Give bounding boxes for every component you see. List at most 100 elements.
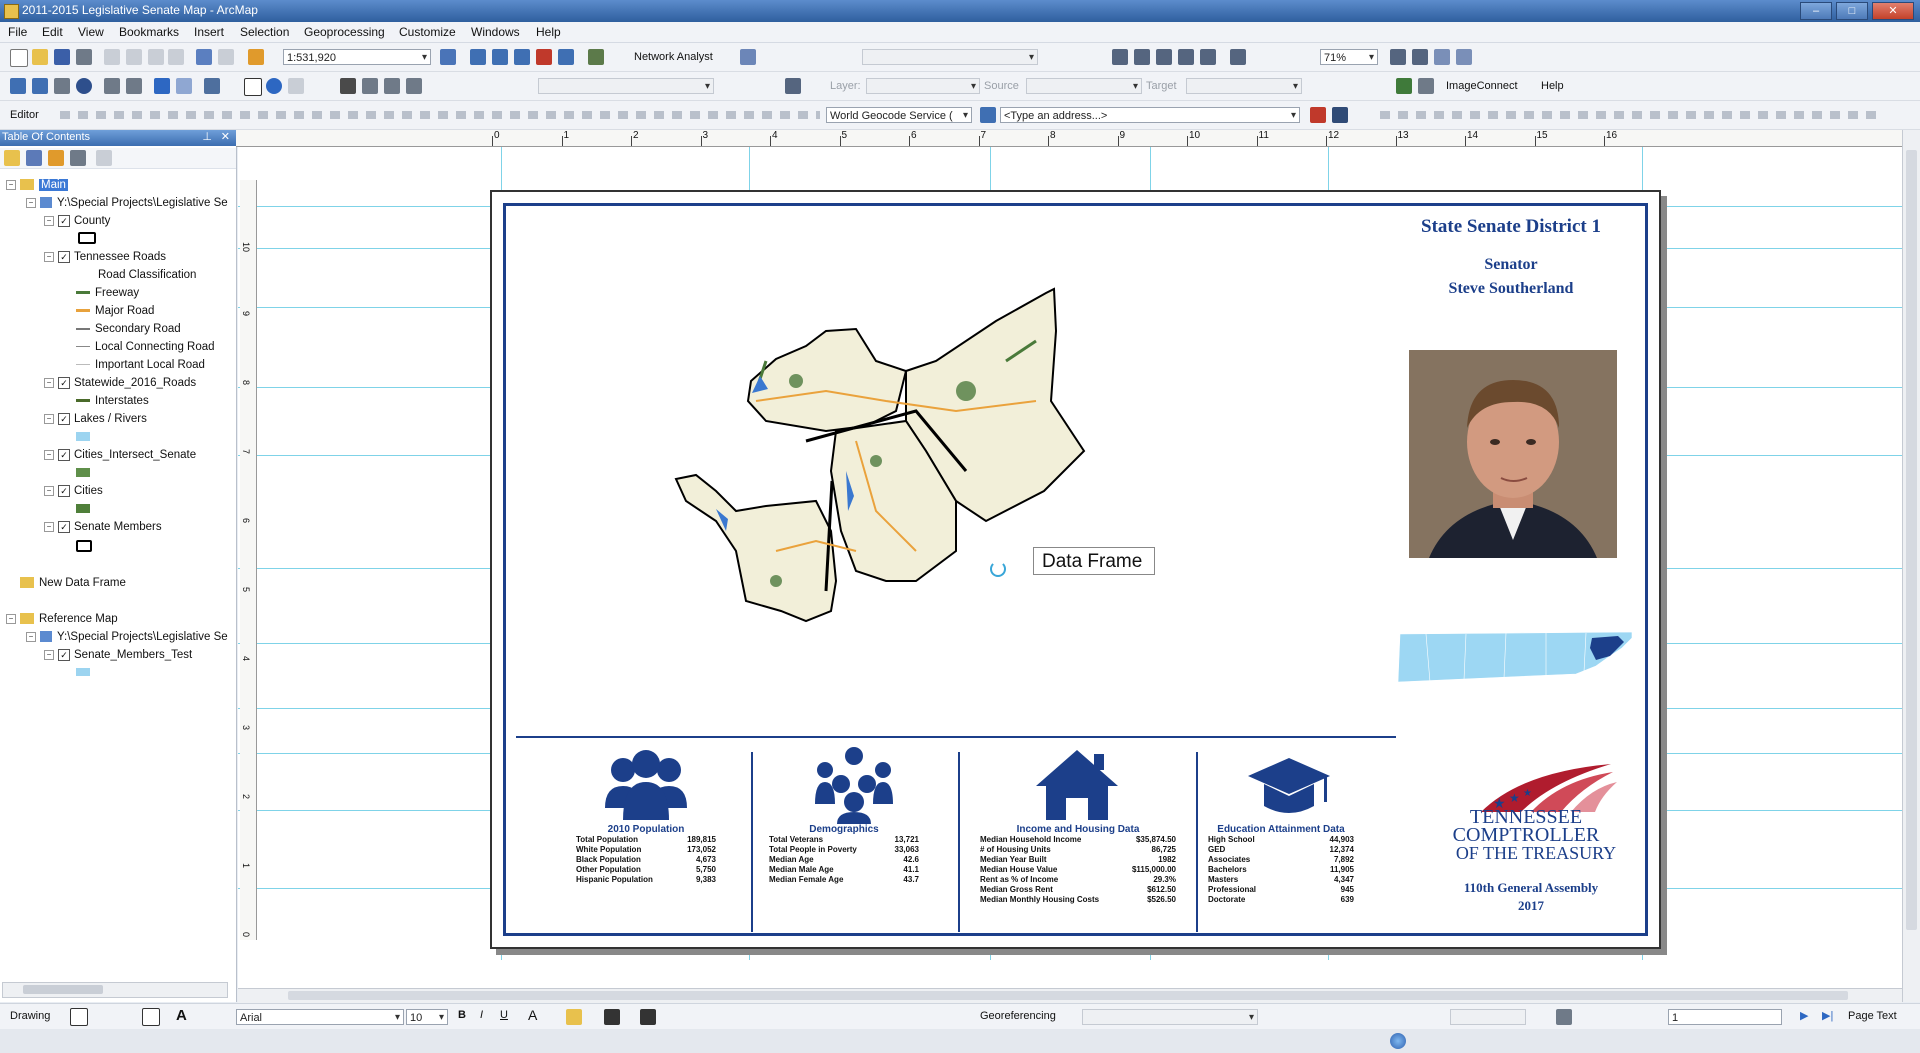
maximize-button[interactable]: □	[1836, 2, 1868, 20]
toc-scroll-thumb[interactable]	[23, 985, 103, 994]
list-by-selection-icon[interactable]	[70, 150, 86, 166]
senator-name[interactable]: Steve Southerland	[1386, 280, 1636, 298]
catalog-window-icon[interactable]	[492, 49, 508, 65]
target-dropdown[interactable]	[1186, 78, 1302, 94]
toc-layer-cities-intersect-senate[interactable]: − ✓ Cities_Intersect_Senate	[44, 448, 196, 463]
collapse-icon[interactable]: −	[44, 215, 54, 226]
district-map[interactable]	[656, 251, 1176, 671]
cities-intersect-senate-checkbox[interactable]: ✓	[58, 448, 70, 461]
print-icon[interactable]	[76, 49, 92, 65]
layer-dropdown[interactable]	[866, 78, 980, 94]
layout-vertical-scrollbar[interactable]	[1902, 130, 1920, 1002]
network-dataset-dropdown[interactable]	[862, 49, 1038, 65]
toc-window-icon[interactable]	[470, 49, 486, 65]
collapse-icon[interactable]: −	[44, 649, 54, 660]
zoom-whole-page-icon[interactable]	[1112, 49, 1128, 65]
delete-icon[interactable]	[168, 49, 184, 65]
education-section[interactable]: Education Attainment Data High School 44,…	[1208, 825, 1354, 905]
income-housing-section[interactable]: Income and Housing Data Median Household…	[980, 825, 1176, 905]
italic-button[interactable]: I	[480, 1009, 483, 1021]
font-color-icon[interactable]: A	[528, 1007, 537, 1023]
marker-color-icon[interactable]	[640, 1009, 656, 1025]
layout-toolbar-end-icon[interactable]	[1456, 49, 1472, 65]
map-scale-dropdown[interactable]: 1:531,920	[283, 49, 431, 65]
focus-data-frame-icon[interactable]	[1434, 49, 1450, 65]
population-section[interactable]: 2010 Population Total Population 189,815 …	[576, 825, 716, 885]
next-page-icon[interactable]: ▶	[1800, 1009, 1808, 1022]
hyperlink-icon[interactable]	[288, 78, 304, 94]
data-frame-label[interactable]: Data Frame	[1033, 547, 1155, 575]
toc-layer-senate-members[interactable]: − ✓ Senate Members	[44, 520, 162, 535]
address-inspector-icon[interactable]	[1332, 107, 1348, 123]
toc-group-layer[interactable]: − Y:\Special Projects\Legislative Se	[26, 196, 228, 211]
cities-checkbox[interactable]: ✓	[58, 484, 70, 497]
find-binoculars-icon[interactable]	[340, 78, 356, 94]
bold-button[interactable]: B	[458, 1009, 466, 1021]
assembly-year[interactable]: 2017	[1411, 898, 1651, 914]
new-document-icon[interactable]	[10, 49, 28, 67]
zoom-out-icon[interactable]	[32, 78, 48, 94]
collapse-icon[interactable]: −	[26, 631, 36, 642]
line-color-icon[interactable]	[604, 1009, 620, 1025]
locate-address-icon[interactable]	[1310, 107, 1326, 123]
senate-members-test-checkbox[interactable]: ✓	[58, 648, 70, 661]
vertical-ruler[interactable]: 10 9 8 7 6 5 4 3 2 1 0	[240, 180, 257, 940]
georef-rotation-input[interactable]	[1450, 1009, 1526, 1025]
geocode-address-icon[interactable]	[980, 107, 996, 123]
horizontal-scroll-thumb[interactable]	[288, 991, 1848, 1000]
general-assembly-label[interactable]: 110th General Assembly	[1411, 880, 1651, 896]
identify-icon[interactable]	[266, 78, 282, 94]
help-menu[interactable]: Help	[1541, 80, 1564, 92]
county-checkbox[interactable]: ✓	[58, 214, 70, 227]
collapse-icon[interactable]: −	[44, 413, 54, 424]
network-analyst-window-icon[interactable]	[740, 49, 756, 65]
open-folder-icon[interactable]	[32, 49, 48, 65]
font-size-dropdown[interactable]: 10	[406, 1009, 448, 1025]
data-driven-pages-icon[interactable]	[1412, 49, 1428, 65]
pan-hand-icon[interactable]	[54, 78, 70, 94]
edit-vertices-icon[interactable]	[785, 78, 801, 94]
georeferencing-menu[interactable]: Georeferencing	[980, 1010, 1056, 1022]
menu-view[interactable]: View	[78, 25, 104, 39]
editor-menu[interactable]: Editor	[10, 109, 39, 121]
toc-options-icon[interactable]	[96, 150, 112, 166]
page-number-input[interactable]: 1	[1668, 1009, 1782, 1025]
imageconnect-icon[interactable]	[1396, 78, 1412, 94]
vertical-scroll-thumb[interactable]	[1906, 150, 1917, 930]
menu-help[interactable]: Help	[536, 25, 561, 39]
drawing-menu[interactable]: Drawing	[10, 1010, 50, 1022]
text-tool-icon[interactable]: A	[176, 1007, 187, 1024]
last-page-icon[interactable]: ▶|	[1822, 1009, 1833, 1022]
tennessee-locator-map[interactable]	[1396, 626, 1636, 686]
select-features-icon[interactable]	[204, 78, 220, 94]
menu-geoprocessing[interactable]: Geoprocessing	[304, 25, 385, 39]
time-slider-icon[interactable]	[406, 78, 422, 94]
layout-zoom-dropdown[interactable]: 71%	[1320, 49, 1378, 65]
toc-layer-senate-members-test[interactable]: − ✓ Senate_Members_Test	[44, 648, 192, 663]
forward-extent-icon[interactable]	[176, 78, 192, 94]
toc-layer-cities[interactable]: − ✓ Cities	[44, 484, 103, 499]
undo-icon[interactable]	[196, 49, 212, 65]
toc-dataframe-main[interactable]: − Main	[6, 178, 68, 193]
save-icon[interactable]	[54, 49, 70, 65]
toc-close-icon[interactable]: ✕	[221, 130, 230, 143]
toc-layer-county[interactable]: − ✓ County	[44, 214, 110, 229]
source-dropdown[interactable]	[1026, 78, 1142, 94]
font-name-dropdown[interactable]: Arial	[236, 1009, 404, 1025]
collapse-icon[interactable]: −	[26, 197, 36, 208]
zoom-in-icon[interactable]	[10, 78, 26, 94]
modelbuilder-icon[interactable]	[588, 49, 604, 65]
georeferencing-layer-dropdown[interactable]	[1082, 1009, 1258, 1025]
menu-edit[interactable]: Edit	[42, 25, 63, 39]
toc-group-layer-reference[interactable]: − Y:\Special Projects\Legislative Se	[26, 630, 228, 645]
windows-orb-icon[interactable]	[1390, 1033, 1406, 1049]
district-title[interactable]: State Senate District 1	[1386, 216, 1636, 238]
editor-toolbar-icon[interactable]	[440, 49, 456, 65]
toggle-draft-mode-icon[interactable]	[1230, 49, 1246, 65]
menu-selection[interactable]: Selection	[240, 25, 289, 39]
collapse-icon[interactable]: −	[6, 179, 16, 190]
tennessee-roads-checkbox[interactable]: ✓	[58, 250, 70, 263]
toc-dataframe-new[interactable]: New Data Frame	[20, 576, 126, 591]
address-input[interactable]: <Type an address...>	[1000, 107, 1300, 123]
menu-bookmarks[interactable]: Bookmarks	[119, 25, 179, 39]
